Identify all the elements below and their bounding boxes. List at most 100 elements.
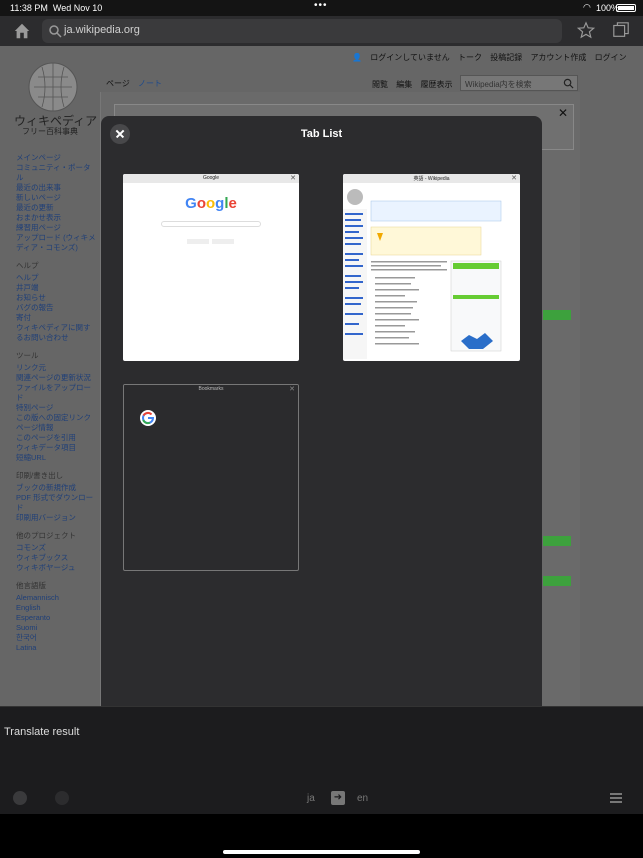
tab-page[interactable]: ページ [106, 78, 130, 89]
link-contributions[interactable]: 投稿記録 [490, 53, 522, 62]
tab-preview: Google [123, 183, 299, 361]
sidebar-heading-print: 印刷/書き出し [16, 471, 64, 480]
target-language[interactable]: en [357, 793, 368, 804]
tab-title: 英語 - Wikipedia [413, 176, 450, 182]
sidebar-item[interactable]: お知らせ [16, 293, 96, 303]
tab-edit[interactable]: 編集 [396, 80, 412, 89]
link-not-logged-in: ログインしていません [370, 53, 450, 62]
sidebar-item[interactable]: アップロード (ウィキメディア・コモンズ) [16, 233, 96, 253]
sidebar-item[interactable]: おまかせ表示 [16, 213, 96, 223]
sidebar-item-lang[interactable]: 한국어 [16, 633, 96, 643]
sidebar-heading-other: 他のプロジェクト [16, 531, 76, 540]
wifi-icon: ◠ [583, 2, 591, 12]
multitask-dots-icon[interactable]: ••• [314, 0, 328, 11]
translate-result-label: Translate result [4, 726, 80, 738]
source-language[interactable]: ja [307, 793, 315, 804]
view-tabs: 閲覧 編集 履歴表示 [372, 79, 458, 90]
sidebar-item[interactable]: コミュニティ・ポータル [16, 163, 96, 183]
sidebar-item[interactable]: ファイルをアップロード [16, 383, 96, 403]
google-logo: Google [185, 195, 237, 212]
sidebar-item[interactable]: このページを引用 [16, 433, 96, 443]
sidebar-item[interactable]: 井戸端 [16, 283, 96, 293]
tab-title: Google [202, 175, 220, 181]
search-icon [49, 25, 62, 38]
link-login[interactable]: ログイン [595, 53, 627, 62]
sidebar-item[interactable]: 最近の更新 [16, 203, 96, 213]
home-indicator[interactable] [223, 850, 420, 854]
sidebar-item[interactable]: 関連ページの更新状況 [16, 373, 96, 383]
sidebar-item[interactable]: 特別ページ [16, 403, 96, 413]
sidebar-item[interactable]: 寄付 [16, 313, 96, 323]
wiki-sidebar: メインページ コミュニティ・ポータル 最近の出来事 新しいページ 最近の更新 お… [16, 153, 96, 653]
tab-thumbnail-google[interactable]: Google ✕ Google [123, 174, 299, 361]
address-text: ja.wikipedia.org [64, 24, 140, 36]
sidebar-item[interactable]: 新しいページ [16, 193, 96, 203]
tab-thumbnail-bookmarks[interactable]: Bookmarks ✕ [123, 384, 299, 571]
logo-subtitle: フリー百科事典 [22, 127, 78, 136]
bottom-toolbar: ja ➜ en [0, 784, 643, 814]
wiki-search-input[interactable]: Wikipedia内を検索 [460, 75, 578, 91]
link-create-account[interactable]: アカウント作成 [530, 53, 586, 62]
sidebar-item-lang[interactable]: Esperanto [16, 613, 96, 623]
sidebar-item[interactable]: ウィキボヤージュ [16, 563, 96, 573]
sidebar-item[interactable]: ウィキブックス [16, 553, 96, 563]
sidebar-heading-languages: 他言語版 [16, 581, 46, 590]
sidebar-item[interactable]: ウィキデータ項目 [16, 443, 96, 453]
tab-history[interactable]: 履歴表示 [420, 80, 452, 89]
tab-preview [124, 394, 298, 570]
sidebar-item[interactable]: ヘルプ [16, 273, 96, 283]
tab-read[interactable]: 閲覧 [372, 80, 388, 89]
sidebar-item[interactable]: 最近の出来事 [16, 183, 96, 193]
google-search-box [161, 221, 261, 227]
tab-thumbnail-wikipedia[interactable]: 英語 - Wikipedia ✕ [343, 174, 520, 361]
google-buttons [187, 231, 247, 244]
sidebar-item[interactable]: PDF 形式でダウンロード [16, 493, 96, 513]
back-icon[interactable] [13, 791, 27, 805]
tab-note[interactable]: ノート [138, 78, 162, 89]
tab-list-modal: Tab List Google ✕ Google 英語 - Wikipedia … [101, 116, 542, 742]
personal-links: 👤 ログインしていません トーク 投稿記録 アカウント作成 ログイン [352, 52, 633, 63]
sidebar-item-lang[interactable]: Latina [16, 643, 96, 653]
link-talk[interactable]: トーク [458, 53, 482, 62]
tabs-icon[interactable] [612, 21, 630, 39]
close-tab-icon[interactable]: ✕ [511, 174, 517, 182]
tab-thumbnail-header: Bookmarks ✕ [124, 385, 298, 394]
forward-icon[interactable] [55, 791, 69, 805]
tab-title: Bookmarks [198, 386, 224, 392]
tab-thumbnail-header: Google ✕ [123, 174, 299, 183]
user-icon: 👤 [352, 53, 362, 62]
sidebar-item[interactable]: 練習用ページ [16, 223, 96, 233]
wikipedia-preview-image [343, 189, 502, 359]
sidebar-item[interactable]: バグの報告 [16, 303, 96, 313]
sidebar-item[interactable]: コモンズ [16, 543, 96, 553]
close-tab-icon[interactable]: ✕ [289, 385, 295, 393]
sidebar-item[interactable]: この版への固定リンク [16, 413, 96, 423]
sidebar-item[interactable]: ブックの新規作成 [16, 483, 96, 493]
google-favicon-icon [140, 410, 156, 426]
close-tab-icon[interactable]: ✕ [290, 174, 296, 182]
app-root: 11:38 PM Wed Nov 10 ••• ◠ 100% ja.wikipe… [0, 0, 643, 858]
address-bar[interactable]: ja.wikipedia.org [42, 19, 562, 43]
swap-language-icon[interactable]: ➜ [331, 791, 345, 805]
home-icon[interactable] [13, 22, 31, 40]
bookmark-star-icon[interactable] [577, 21, 595, 39]
sidebar-item[interactable]: メインページ [16, 153, 96, 163]
sidebar-item-lang[interactable]: Suomi [16, 623, 96, 633]
tab-preview [343, 183, 520, 361]
sidebar-item-lang[interactable]: English [16, 603, 96, 613]
wiki-search-placeholder: Wikipedia内を検索 [465, 80, 532, 89]
sidebar-heading-tools: ツール [16, 351, 39, 360]
sidebar-item-lang[interactable]: Alemannisch [16, 593, 96, 603]
sidebar-item[interactable]: リンク元 [16, 363, 96, 373]
tab-thumbnail-header: 英語 - Wikipedia ✕ [343, 174, 520, 183]
menu-icon[interactable] [610, 793, 622, 803]
battery-icon [616, 4, 636, 12]
sidebar-item[interactable]: 短縮URL [16, 453, 96, 463]
search-icon[interactable] [563, 78, 574, 89]
sidebar-item[interactable]: ウィキペディアに関するお問い合わせ [16, 323, 96, 343]
sidebar-item[interactable]: ページ情報 [16, 423, 96, 433]
close-icon[interactable]: ✕ [558, 106, 568, 120]
status-bar: 11:38 PM Wed Nov 10 ••• ◠ 100% [0, 0, 643, 16]
sidebar-item[interactable]: 印刷用バージョン [16, 513, 96, 523]
sidebar-heading-help: ヘルプ [16, 261, 39, 270]
